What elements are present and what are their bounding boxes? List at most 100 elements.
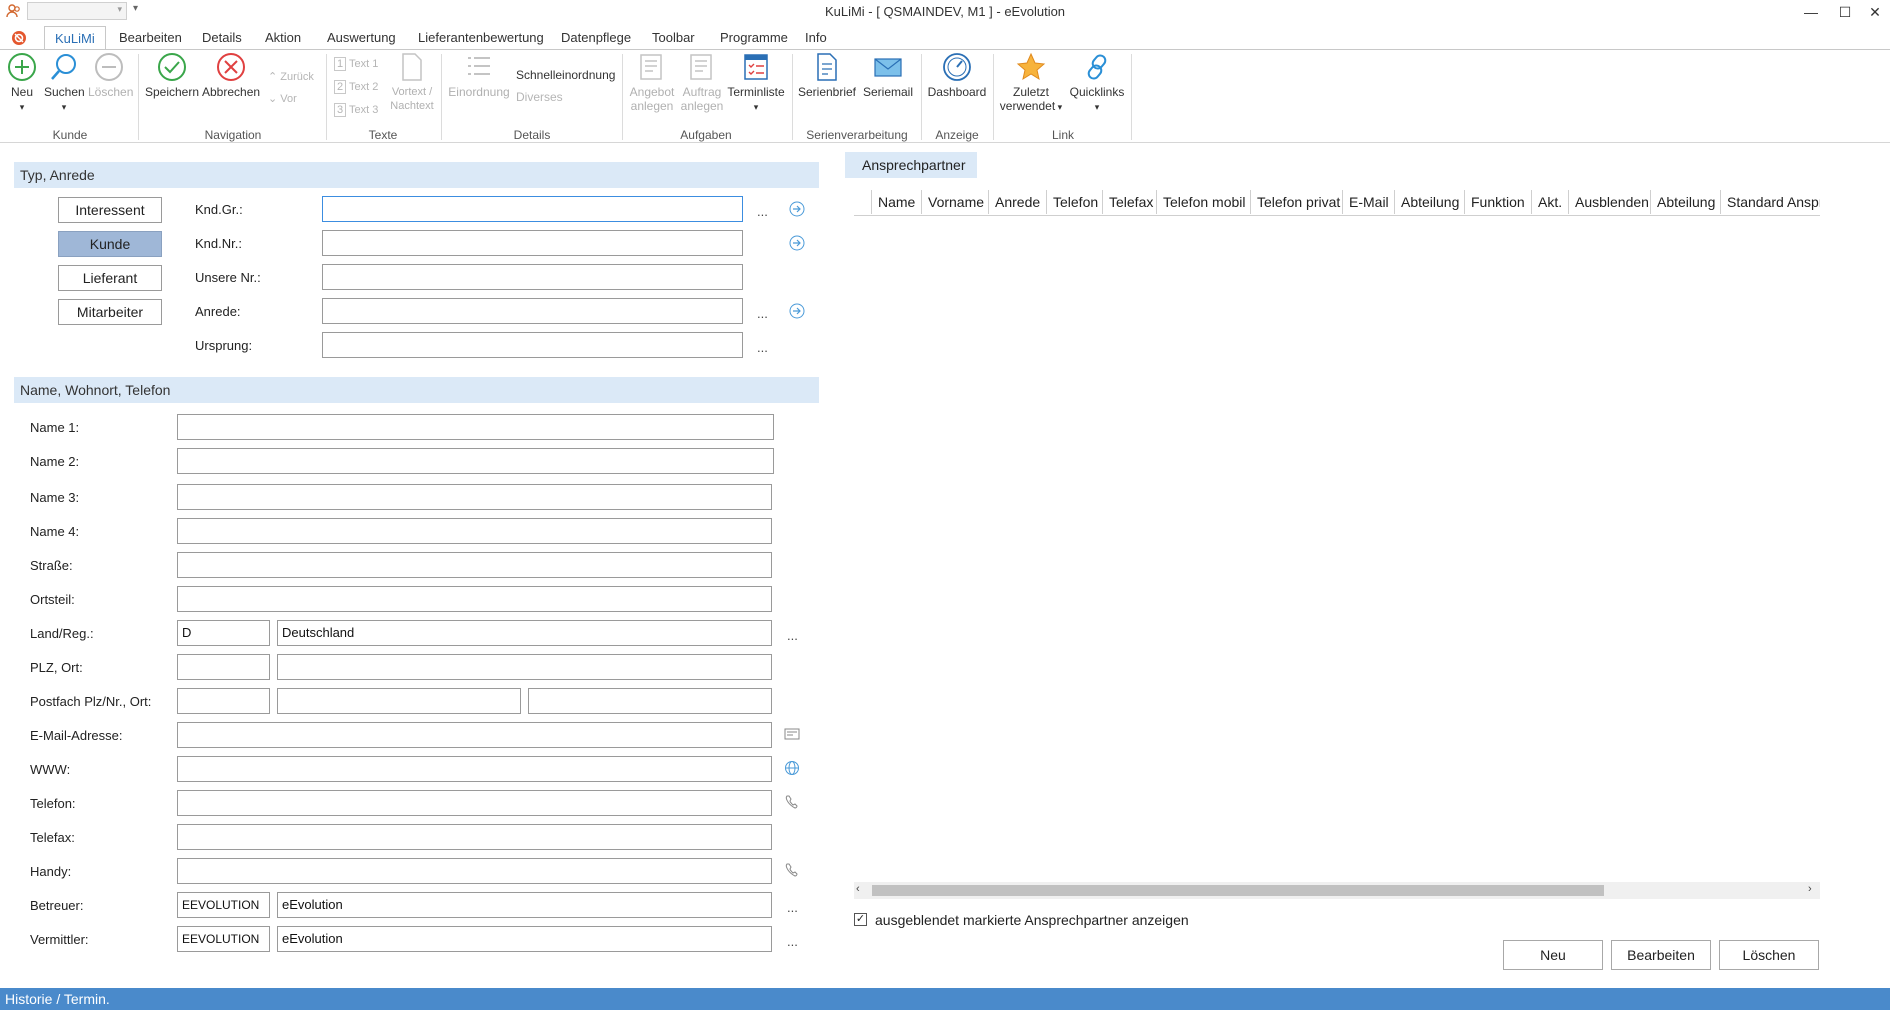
contacts-grid-body[interactable] bbox=[854, 216, 1820, 880]
loeschen-button[interactable]: Löschen bbox=[88, 52, 133, 99]
text2-button[interactable]: 2 Text 2 bbox=[334, 80, 378, 94]
zuletzt-verwendet-button[interactable]: Zuletzt verwendet ▾ bbox=[998, 52, 1064, 114]
kndgr-input[interactable] bbox=[322, 196, 743, 222]
land-browse-button[interactable]: ... bbox=[787, 628, 798, 643]
scroll-left-icon[interactable]: ‹ bbox=[856, 883, 860, 895]
column-telefon[interactable]: Telefon bbox=[1047, 190, 1103, 214]
navigate-arrow-icon[interactable] bbox=[789, 235, 805, 251]
column-name[interactable]: Name bbox=[872, 190, 922, 214]
text1-button[interactable]: 1 Text 1 bbox=[334, 57, 378, 71]
vermittler-name-input[interactable]: eEvolution bbox=[277, 926, 772, 952]
seriemail-button[interactable]: Seriemail bbox=[858, 52, 918, 99]
scroll-right-icon[interactable]: › bbox=[1808, 883, 1812, 895]
tab-toolbar[interactable]: Toolbar bbox=[642, 26, 705, 50]
name4-input[interactable] bbox=[177, 518, 772, 544]
name2-input[interactable] bbox=[177, 448, 774, 474]
type-mitarbeiter-button[interactable]: Mitarbeiter bbox=[58, 299, 162, 325]
show-hidden-contacts-checkbox[interactable]: ✓ bbox=[854, 913, 867, 926]
phone-icon[interactable] bbox=[784, 862, 800, 878]
contact-bearbeiten-button[interactable]: Bearbeiten bbox=[1611, 940, 1711, 970]
suchen-button[interactable]: Suchen ▾ bbox=[44, 52, 85, 114]
ursprung-browse-button[interactable]: ... bbox=[757, 340, 768, 355]
auftrag-anlegen-button[interactable]: Auftrag anlegen bbox=[678, 52, 726, 113]
type-interessent-button[interactable]: Interessent bbox=[58, 197, 162, 223]
type-lieferant-button[interactable]: Lieferant bbox=[58, 265, 162, 291]
telefax-input[interactable] bbox=[177, 824, 772, 850]
horizontal-scrollbar[interactable]: ‹ › bbox=[854, 882, 1820, 899]
telefon-input[interactable] bbox=[177, 790, 772, 816]
strasse-input[interactable] bbox=[177, 552, 772, 578]
abbrechen-button[interactable]: Abbrechen bbox=[202, 52, 260, 99]
tab-aktion[interactable]: Aktion bbox=[255, 26, 311, 50]
dashboard-button[interactable]: Dashboard bbox=[926, 52, 988, 99]
tab-bearbeiten[interactable]: Bearbeiten bbox=[109, 26, 192, 50]
land-name-input[interactable]: Deutschland bbox=[277, 620, 772, 646]
kndnr-input[interactable] bbox=[322, 230, 743, 256]
navigate-arrow-icon[interactable] bbox=[789, 201, 805, 217]
postfach-plz-input[interactable] bbox=[177, 688, 270, 714]
column-ausblenden[interactable]: Ausblenden bbox=[1569, 190, 1651, 214]
kndgr-browse-button[interactable]: ... bbox=[757, 204, 768, 219]
vortext-button[interactable]: Vortext / Nachtext bbox=[386, 52, 438, 113]
postfach-nr-input[interactable] bbox=[277, 688, 521, 714]
contact-neu-button[interactable]: Neu bbox=[1503, 940, 1603, 970]
anrede-browse-button[interactable]: ... bbox=[757, 306, 768, 321]
betreuer-name-input[interactable]: eEvolution bbox=[277, 892, 772, 918]
postfach-ort-input[interactable] bbox=[528, 688, 772, 714]
column-standard-ansprechpartner[interactable]: Standard Ansprec bbox=[1721, 190, 1820, 214]
name3-input[interactable] bbox=[177, 484, 772, 510]
terminliste-button[interactable]: Terminliste ▾ bbox=[726, 52, 786, 114]
email-input[interactable] bbox=[177, 722, 772, 748]
text3-button[interactable]: 3 Text 3 bbox=[334, 103, 378, 117]
tab-datenpflege[interactable]: Datenpflege bbox=[551, 26, 641, 50]
betreuer-code-input[interactable]: EEVOLUTION bbox=[177, 892, 270, 918]
zurueck-button[interactable]: ⌃ Zurück bbox=[268, 70, 314, 83]
land-code-input[interactable]: D bbox=[177, 620, 270, 646]
www-input[interactable] bbox=[177, 756, 772, 782]
angebot-anlegen-button[interactable]: Angebot anlegen bbox=[628, 52, 676, 113]
column-anrede[interactable]: Anrede bbox=[989, 190, 1047, 214]
vermittler-browse-button[interactable]: ... bbox=[787, 934, 798, 949]
schnelleinordnung-button[interactable]: Schnelleinordnung bbox=[516, 68, 615, 82]
betreuer-browse-button[interactable]: ... bbox=[787, 900, 798, 915]
vermittler-code-input[interactable]: EEVOLUTION bbox=[177, 926, 270, 952]
name1-input[interactable] bbox=[177, 414, 774, 440]
vor-button[interactable]: ⌄ Vor bbox=[268, 92, 297, 105]
close-button[interactable]: ✕ bbox=[1852, 0, 1890, 24]
globe-icon[interactable] bbox=[784, 760, 800, 776]
plz-input[interactable] bbox=[177, 654, 270, 680]
neu-button[interactable]: Neu ▾ bbox=[6, 52, 38, 114]
email-card-icon[interactable] bbox=[784, 726, 800, 742]
ortsteil-input[interactable] bbox=[177, 586, 772, 612]
column-abteilung-2[interactable]: Abteilung bbox=[1651, 190, 1721, 214]
type-kunde-button[interactable]: Kunde bbox=[58, 231, 162, 257]
einordnung-button[interactable]: Einordnung bbox=[446, 52, 512, 99]
tab-info[interactable]: Info bbox=[795, 26, 837, 50]
unsere-nr-input[interactable] bbox=[322, 264, 743, 290]
scrollbar-thumb[interactable] bbox=[872, 885, 1604, 896]
handy-input[interactable] bbox=[177, 858, 772, 884]
column-vorname[interactable]: Vorname bbox=[922, 190, 989, 214]
tab-ansprechpartner[interactable]: Ansprechpartner bbox=[845, 152, 977, 178]
ursprung-input[interactable] bbox=[322, 332, 743, 358]
speichern-button[interactable]: Speichern bbox=[144, 52, 200, 99]
column-telefax[interactable]: Telefax bbox=[1103, 190, 1157, 214]
column-akt[interactable]: Akt. bbox=[1532, 190, 1569, 214]
serienbrief-button[interactable]: Serienbrief bbox=[797, 52, 857, 99]
quicklinks-button[interactable]: Quicklinks ▾ bbox=[1066, 52, 1128, 114]
diverses-button[interactable]: Diverses bbox=[516, 90, 563, 104]
column-funktion[interactable]: Funktion bbox=[1465, 190, 1532, 214]
anrede-input[interactable] bbox=[322, 298, 743, 324]
column-telefon-privat[interactable]: Telefon privat bbox=[1251, 190, 1343, 214]
column-telefon-mobil[interactable]: Telefon mobil bbox=[1157, 190, 1251, 214]
tab-programme[interactable]: Programme bbox=[710, 26, 798, 50]
navigate-arrow-icon[interactable] bbox=[789, 303, 805, 319]
tab-lieferantenbewertung[interactable]: Lieferantenbewertung bbox=[408, 26, 554, 50]
phone-icon[interactable] bbox=[784, 794, 800, 810]
column-abteilung[interactable]: Abteilung bbox=[1395, 190, 1465, 214]
tab-kulimi[interactable]: KuLiMi bbox=[44, 26, 106, 50]
tab-auswertung[interactable]: Auswertung bbox=[317, 26, 406, 50]
tab-details[interactable]: Details bbox=[192, 26, 252, 50]
ort-input[interactable] bbox=[277, 654, 772, 680]
column-email[interactable]: E-Mail bbox=[1343, 190, 1395, 214]
